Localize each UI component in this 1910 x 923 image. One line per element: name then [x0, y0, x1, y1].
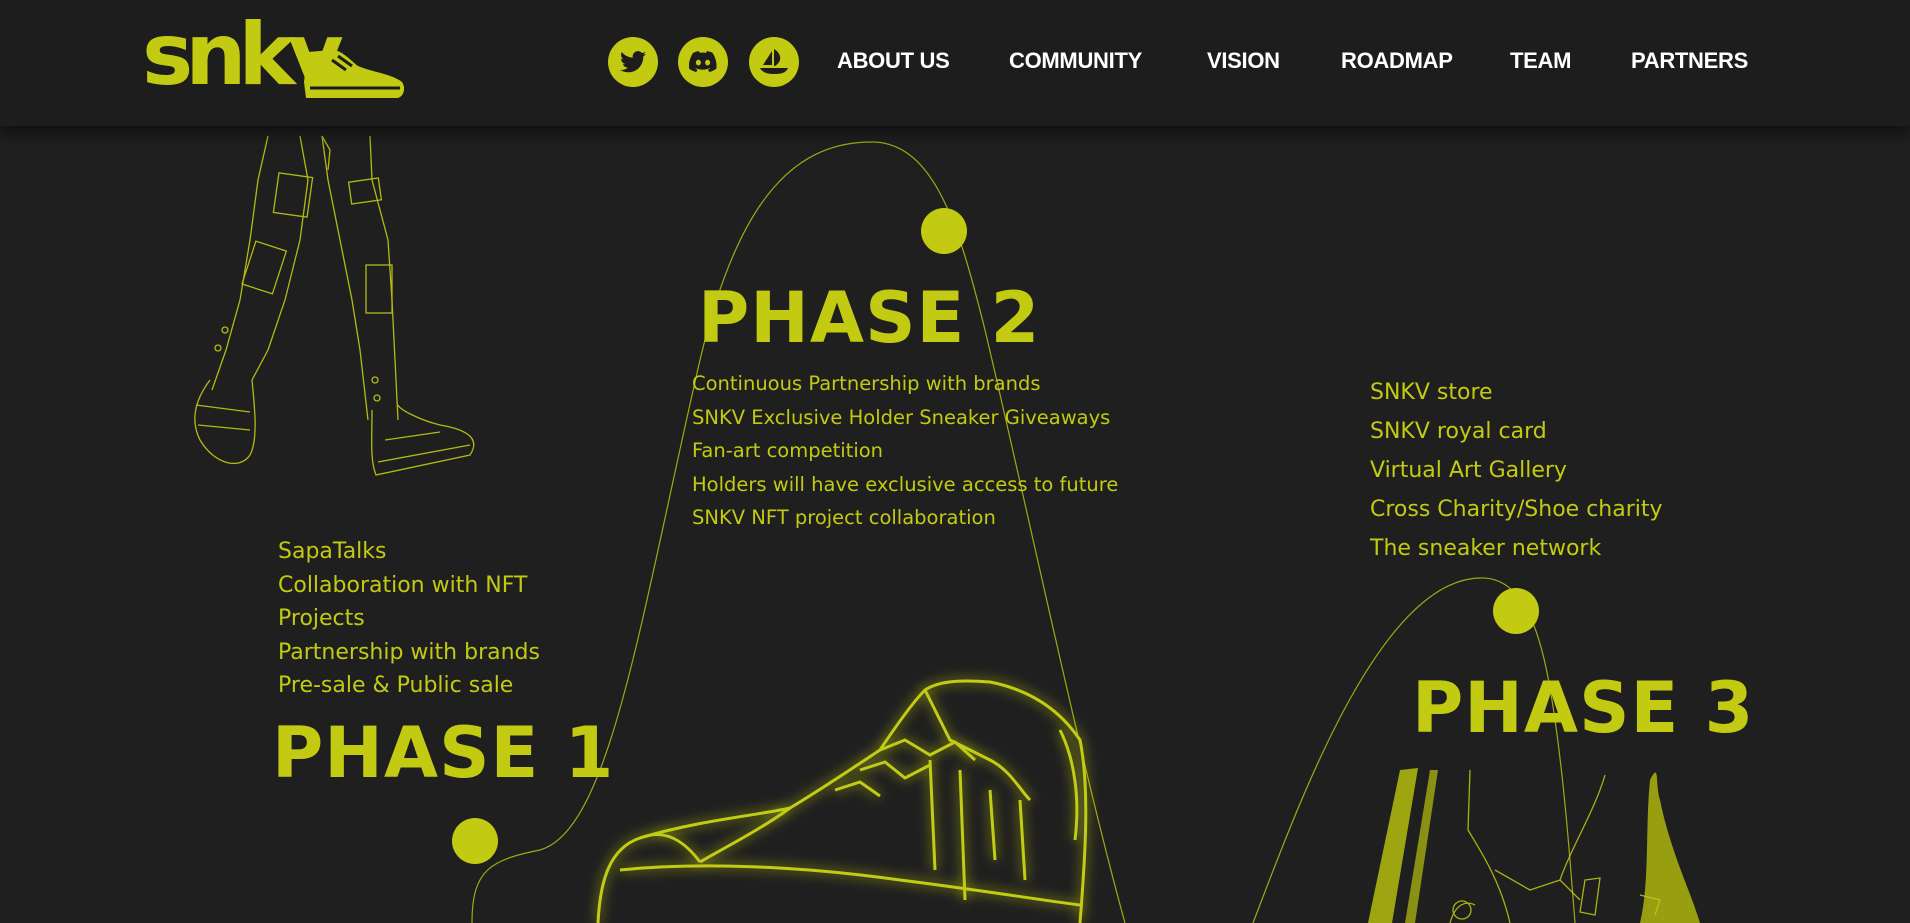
discord-button[interactable] [678, 37, 728, 87]
phase2-title: PHASE 2 [698, 277, 1041, 359]
list-item: Fan-art competition [692, 439, 884, 462]
phase3-sneaker-illustration [1368, 768, 1700, 923]
list-item: SNKV Exclusive Holder Sneaker Giveaways [692, 405, 1111, 429]
glowing-sneaker-illustration [596, 679, 1088, 923]
list-item: Holders will have exclusive access to fu… [692, 472, 1119, 496]
opensea-icon [760, 49, 788, 74]
phase2-list: Continuous Partnership with brands SNKV … [692, 367, 1118, 535]
list-item: SNKV royal card [1370, 419, 1547, 444]
logo-sneaker-icon [304, 50, 405, 98]
nav-vision[interactable]: VISION [1207, 48, 1280, 74]
list-item: Collaboration with NFT [278, 572, 528, 598]
nav-team[interactable]: TEAM [1510, 48, 1571, 74]
phase3-marker [1493, 588, 1539, 634]
phase1-list: SapaTalks Collaboration with NFT Project… [278, 535, 540, 703]
site-header: snkv ABOUT US COMMUNITY VISION ROADMAP T… [0, 0, 1910, 126]
nav-partners[interactable]: PARTNERS [1631, 48, 1748, 74]
walking-legs-illustration [194, 135, 475, 476]
phase3-list: SNKV store SNKV royal card Virtual Art G… [1370, 373, 1663, 568]
list-item: The sneaker network [1370, 536, 1602, 561]
phase3-title: PHASE 3 [1412, 667, 1755, 749]
list-item: SapaTalks [278, 539, 387, 564]
discord-icon [689, 51, 717, 73]
list-item: Projects [278, 606, 365, 631]
opensea-button[interactable] [749, 37, 799, 87]
list-item: Pre-sale & Public sale [278, 673, 514, 698]
phase2-marker [921, 208, 967, 254]
list-item: SNKV store [1370, 380, 1493, 405]
twitter-icon [620, 51, 646, 73]
list-item: Partnership with brands [278, 639, 540, 665]
list-item: Virtual Art Gallery [1370, 458, 1567, 483]
nav-roadmap[interactable]: ROADMAP [1341, 48, 1453, 74]
list-item: Cross Charity/Shoe charity [1370, 497, 1663, 522]
phase1-marker [452, 818, 498, 864]
twitter-button[interactable] [608, 37, 658, 87]
nav-community[interactable]: COMMUNITY [1009, 48, 1142, 74]
phase1-title: PHASE 1 [272, 712, 615, 794]
list-item: SNKV NFT project collaboration [692, 506, 996, 529]
snkv-logo[interactable]: snkv [142, 12, 405, 104]
list-item: Continuous Partnership with brands [692, 372, 1041, 395]
nav-about-us[interactable]: ABOUT US [837, 48, 950, 74]
